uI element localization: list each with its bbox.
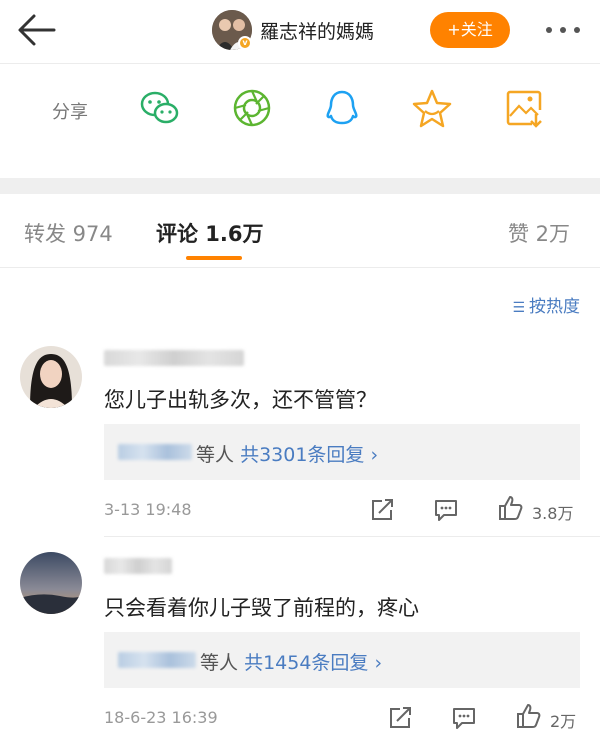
comment-item: 您儿子出轨多次，还不管管？ 等人 共3301条回复 › 3-13 19:48 3… xyxy=(0,340,600,540)
like-count: 3.8万 xyxy=(532,504,574,523)
replier-name-blurred xyxy=(118,652,196,668)
comment-item: 只会看着你儿子毁了前程的，疼心 等人 共1454条回复 › 18-6-23 16… xyxy=(0,548,600,742)
section-gap xyxy=(0,178,600,194)
more-options-icon[interactable] xyxy=(540,14,586,46)
like-thumb-icon[interactable] xyxy=(496,494,524,522)
share-label: 分享 xyxy=(52,102,88,123)
active-tab-indicator xyxy=(186,256,242,260)
tab-bar: 转发 974 评论 1.6万 赞 2万 xyxy=(0,194,600,268)
replies-count-link[interactable]: 共3301条回复 › xyxy=(240,444,378,466)
like-count: 2万 xyxy=(550,712,577,731)
follow-button[interactable]: +关注 xyxy=(430,12,510,48)
sort-icon: ☰ xyxy=(512,300,525,316)
favorite-star-icon[interactable] xyxy=(410,86,454,130)
profile-username[interactable]: 羅志祥的媽媽 xyxy=(260,17,374,44)
qq-icon[interactable] xyxy=(320,86,364,130)
comment-divider xyxy=(104,536,600,537)
like-thumb-icon[interactable] xyxy=(514,702,542,730)
commenter-avatar[interactable] xyxy=(20,552,82,614)
replies-others-label: 等人 xyxy=(196,444,235,466)
comment-timestamp: 18-6-23 16:39 xyxy=(104,708,218,727)
reply-icon[interactable] xyxy=(450,704,478,732)
top-bar: v 羅志祥的媽媽 +关注 xyxy=(0,0,600,64)
sort-by-hot-button[interactable]: ☰ 按热度 xyxy=(512,292,580,317)
comment-text: 只会看着你儿子毁了前程的，疼心 xyxy=(104,596,419,620)
replier-name-blurred xyxy=(118,444,192,460)
comment-text: 您儿子出轨多次，还不管管？ xyxy=(104,388,377,412)
tab-reposts[interactable]: 转发 974 xyxy=(24,218,113,248)
back-arrow-icon[interactable] xyxy=(14,10,60,50)
save-image-icon[interactable] xyxy=(502,86,546,130)
commenter-name-blurred[interactable] xyxy=(104,350,244,366)
repost-icon[interactable] xyxy=(386,704,414,732)
tab-likes[interactable]: 赞 2万 xyxy=(508,218,570,248)
commenter-avatar[interactable] xyxy=(20,346,82,408)
verified-badge-icon: v xyxy=(238,36,252,50)
tab-comments[interactable]: 评论 1.6万 xyxy=(156,218,264,248)
share-row: 分享 xyxy=(0,64,600,178)
wechat-icon[interactable] xyxy=(138,86,182,130)
reply-icon[interactable] xyxy=(432,496,460,524)
sort-label: 按热度 xyxy=(529,297,580,317)
replies-others-label: 等人 xyxy=(200,652,239,674)
replies-summary[interactable]: 等人 共3301条回复 › xyxy=(104,424,580,480)
comment-timestamp: 3-13 19:48 xyxy=(104,500,192,519)
commenter-name-blurred[interactable] xyxy=(104,558,172,574)
moments-icon[interactable] xyxy=(230,86,274,130)
replies-summary[interactable]: 等人 共1454条回复 › xyxy=(104,632,580,688)
repost-icon[interactable] xyxy=(368,496,396,524)
replies-count-link[interactable]: 共1454条回复 › xyxy=(244,652,382,674)
